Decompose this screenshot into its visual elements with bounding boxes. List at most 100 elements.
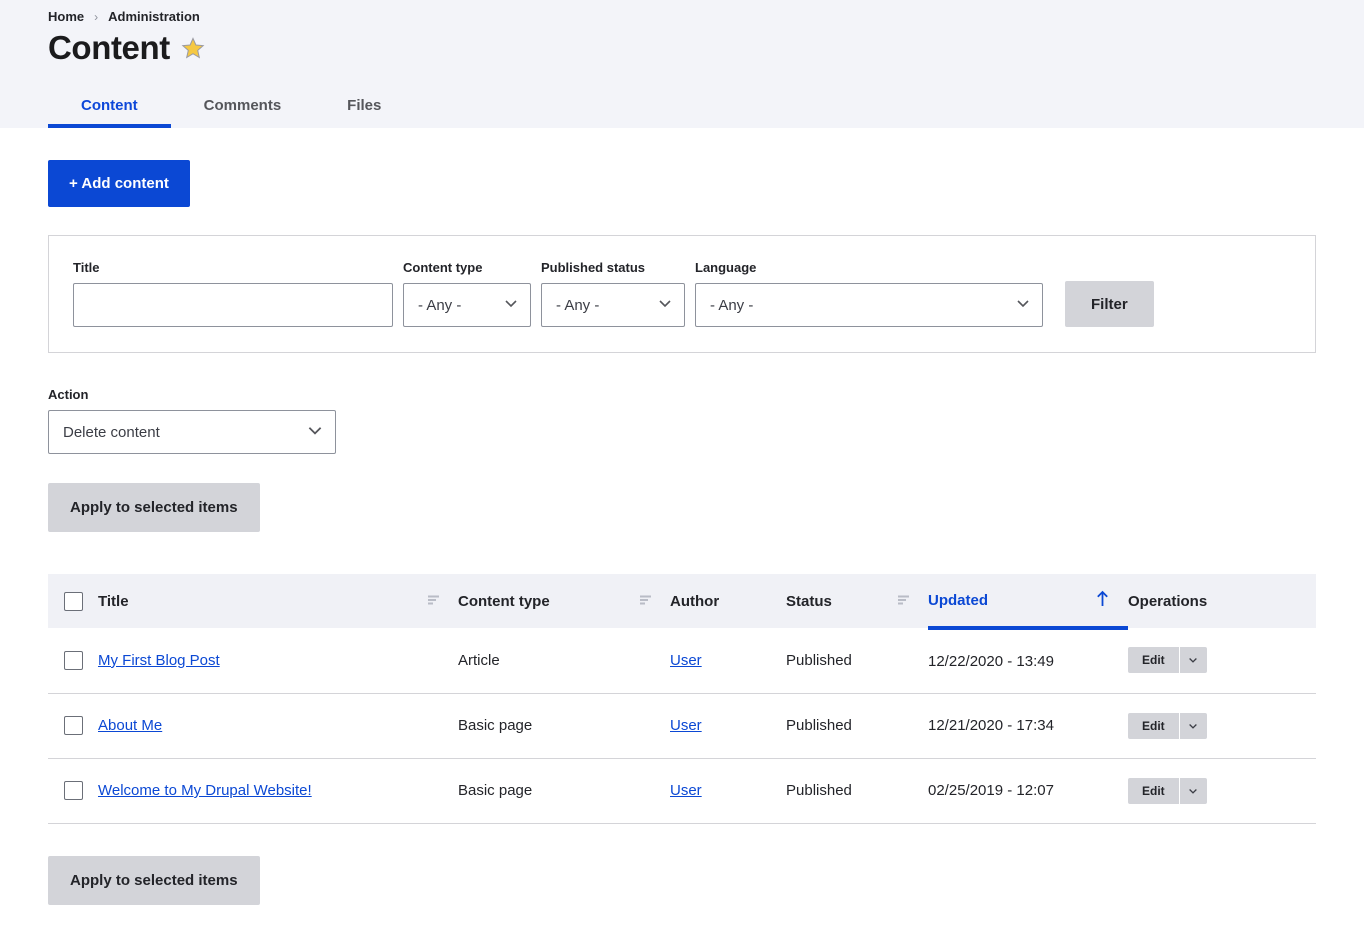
table-header-title[interactable]: Title bbox=[98, 574, 458, 628]
tab-content[interactable]: Content bbox=[48, 86, 171, 128]
operations-split-button: Edit bbox=[1128, 777, 1207, 804]
sort-icon[interactable] bbox=[897, 593, 910, 610]
chevron-down-icon bbox=[1015, 295, 1031, 315]
title-filter-label: Title bbox=[73, 260, 100, 275]
title-filter-input[interactable] bbox=[73, 283, 393, 327]
row-title-link[interactable]: About Me bbox=[98, 717, 162, 734]
row-select-cell bbox=[48, 628, 98, 694]
table-header-row: Title Content type Author Status Updated… bbox=[48, 574, 1316, 630]
table-row: Welcome to My Drupal Website! Basic page… bbox=[48, 758, 1316, 824]
row-content-type-cell: Basic page bbox=[458, 693, 670, 759]
table-header-updated[interactable]: Updated bbox=[928, 574, 1128, 630]
action-select-wrap: Delete content bbox=[48, 410, 336, 454]
table-header-select bbox=[48, 574, 98, 628]
breadcrumb-item-administration[interactable]: Administration bbox=[108, 9, 200, 24]
filter-panel: Title Content type - Any - Published sta… bbox=[48, 235, 1316, 353]
row-operations-cell: Edit bbox=[1128, 758, 1316, 824]
row-select-cell bbox=[48, 758, 98, 824]
published-status-select-wrap: - Any - bbox=[541, 283, 685, 327]
language-select-value: - Any - bbox=[710, 296, 754, 314]
row-author-link[interactable]: User bbox=[670, 652, 702, 669]
table-header-author: Author bbox=[670, 574, 786, 628]
edit-button[interactable]: Edit bbox=[1128, 778, 1179, 804]
language-select[interactable]: - Any - bbox=[695, 283, 1043, 327]
row-author-link[interactable]: User bbox=[670, 717, 702, 734]
tab-comments[interactable]: Comments bbox=[171, 86, 315, 128]
row-checkbox[interactable] bbox=[64, 781, 83, 800]
content-type-select[interactable]: - Any - bbox=[403, 283, 531, 327]
table-header-operations: Operations bbox=[1128, 574, 1316, 628]
row-author-cell: User bbox=[670, 693, 786, 759]
row-author-cell: User bbox=[670, 758, 786, 824]
row-updated-cell: 12/22/2020 - 13:49 bbox=[928, 628, 1128, 694]
apply-to-selected-items-button-bottom[interactable]: Apply to selected items bbox=[48, 855, 260, 905]
sort-icon[interactable] bbox=[427, 593, 440, 610]
tab-files[interactable]: Files bbox=[314, 86, 414, 128]
content-type-filter-group: Content type - Any - bbox=[403, 260, 531, 327]
action-select[interactable]: Delete content bbox=[48, 410, 336, 454]
table-header-operations-label: Operations bbox=[1128, 592, 1208, 610]
action-select-value: Delete content bbox=[63, 423, 160, 441]
row-updated-cell: 02/25/2019 - 12:07 bbox=[928, 758, 1128, 824]
row-title-cell: About Me bbox=[98, 693, 458, 759]
tab-bar: Content Comments Files bbox=[48, 86, 414, 128]
table-row: About Me Basic page User Published 12/21… bbox=[48, 693, 1316, 759]
row-checkbox[interactable] bbox=[64, 716, 83, 735]
operations-dropdown-toggle[interactable] bbox=[1178, 712, 1207, 739]
main-content: + Add content Title Content type - Any -… bbox=[0, 128, 1364, 905]
chevron-down-icon bbox=[657, 295, 673, 315]
row-title-link[interactable]: My First Blog Post bbox=[98, 652, 220, 669]
table-header-updated-label: Updated bbox=[928, 591, 988, 609]
table-head: Title Content type Author Status Updated… bbox=[48, 574, 1316, 630]
row-author-cell: User bbox=[670, 628, 786, 694]
row-operations-cell: Edit bbox=[1128, 693, 1316, 759]
table-header-content-type-label: Content type bbox=[458, 592, 550, 610]
row-operations-cell: Edit bbox=[1128, 628, 1316, 694]
add-content-button[interactable]: + Add content bbox=[48, 160, 190, 207]
edit-button[interactable]: Edit bbox=[1128, 713, 1179, 739]
row-content-type-cell: Article bbox=[458, 628, 670, 694]
bottom-apply-section: Apply to selected items bbox=[48, 855, 1316, 905]
select-all-checkbox[interactable] bbox=[64, 591, 83, 611]
filter-button[interactable]: Filter bbox=[1065, 281, 1154, 327]
row-status-cell: Published bbox=[786, 628, 928, 694]
row-select-cell bbox=[48, 693, 98, 759]
sort-ascending-arrow-icon[interactable] bbox=[1095, 590, 1110, 611]
row-content-type-cell: Basic page bbox=[458, 758, 670, 824]
chevron-down-icon bbox=[503, 295, 519, 315]
operations-dropdown-toggle[interactable] bbox=[1178, 647, 1207, 674]
row-status-cell: Published bbox=[786, 693, 928, 759]
content-type-select-wrap: - Any - bbox=[403, 283, 531, 327]
operations-split-button: Edit bbox=[1128, 712, 1207, 739]
operations-dropdown-toggle[interactable] bbox=[1178, 777, 1207, 804]
breadcrumb: Home › Administration bbox=[0, 0, 1364, 24]
content-type-select-value: - Any - bbox=[418, 296, 462, 314]
content-type-filter-label: Content type bbox=[403, 260, 483, 275]
action-label: Action bbox=[48, 387, 89, 402]
published-status-filter-label: Published status bbox=[541, 260, 646, 275]
table-header-author-label: Author bbox=[670, 592, 720, 610]
edit-button[interactable]: Edit bbox=[1128, 647, 1179, 673]
title-filter-group: Title bbox=[73, 260, 393, 327]
apply-to-selected-items-button-top[interactable]: Apply to selected items bbox=[48, 483, 260, 532]
page-title: Content bbox=[48, 29, 170, 66]
table-body: My First Blog Post Article User Publishe… bbox=[48, 628, 1316, 824]
content-table: Title Content type Author Status Updated… bbox=[48, 574, 1316, 824]
row-title-link[interactable]: Welcome to My Drupal Website! bbox=[98, 782, 312, 799]
language-filter-label: Language bbox=[695, 260, 757, 275]
row-title-cell: Welcome to My Drupal Website! bbox=[98, 758, 458, 824]
row-checkbox[interactable] bbox=[64, 650, 83, 670]
breadcrumb-item-home[interactable]: Home bbox=[48, 9, 84, 24]
action-section: Action Delete content Apply to selected … bbox=[48, 387, 1316, 532]
table-header-status[interactable]: Status bbox=[786, 574, 928, 628]
star-icon[interactable] bbox=[181, 36, 205, 65]
page-title-row: Content bbox=[0, 24, 1364, 66]
row-author-link[interactable]: User bbox=[670, 782, 702, 799]
sort-icon[interactable] bbox=[639, 593, 652, 610]
table-row: My First Blog Post Article User Publishe… bbox=[48, 628, 1316, 694]
language-filter-group: Language - Any - bbox=[695, 260, 1043, 327]
published-status-select[interactable]: - Any - bbox=[541, 283, 685, 327]
table-header-content-type[interactable]: Content type bbox=[458, 574, 670, 628]
row-title-cell: My First Blog Post bbox=[98, 628, 458, 694]
page-header: Home › Administration Content Content Co… bbox=[0, 0, 1364, 128]
